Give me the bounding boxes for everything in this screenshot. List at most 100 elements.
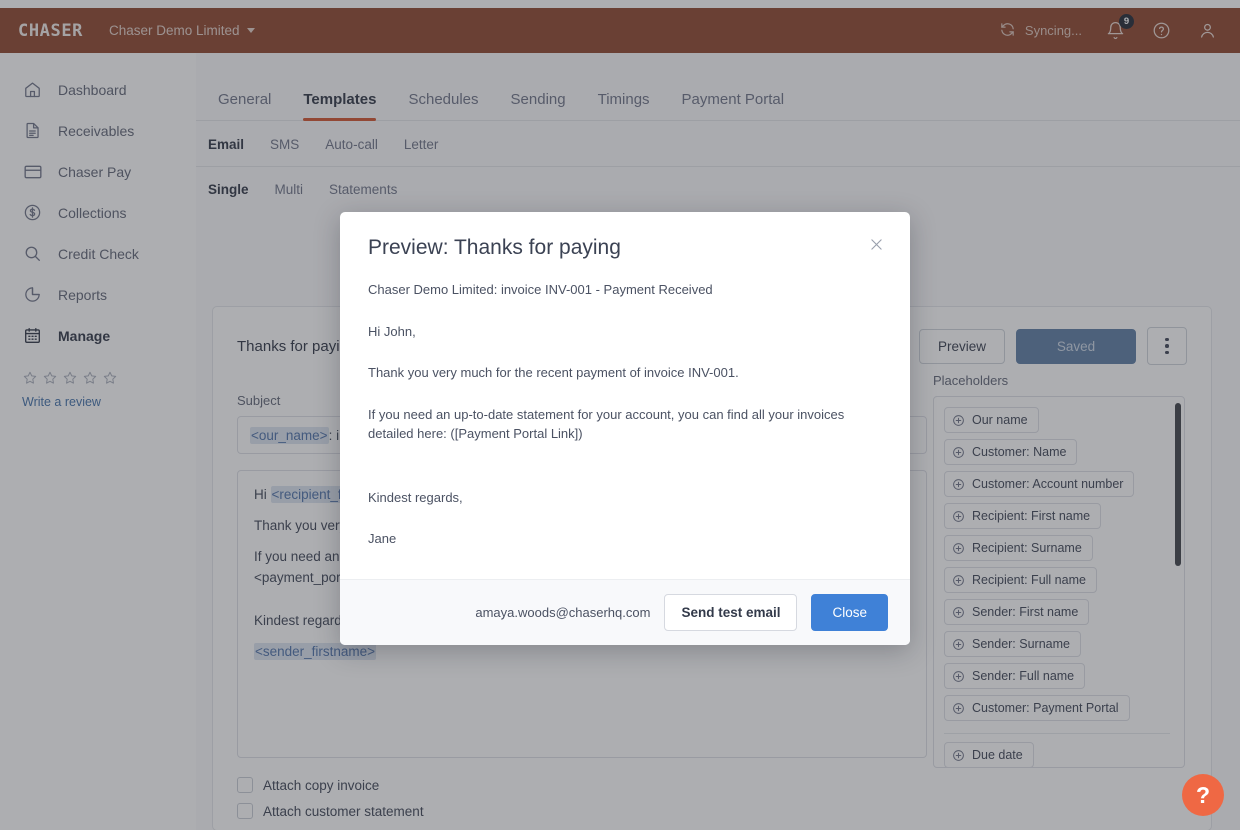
- placeholder-chip[interactable]: Customer: Account number: [944, 471, 1135, 497]
- top-bar-actions: Syncing... 9: [999, 13, 1226, 44]
- placeholder-chip[interactable]: Recipient: Surname: [944, 535, 1093, 561]
- tab-multi[interactable]: Multi: [275, 182, 304, 209]
- preview-signoff: Kindest regards,: [368, 489, 463, 505]
- star-icon[interactable]: [82, 370, 98, 391]
- tab-auto-call[interactable]: Auto-call: [325, 137, 378, 166]
- sidebar: Dashboard Receivables Chaser Pay Collect…: [0, 53, 196, 830]
- placeholder-chip[interactable]: Our name: [944, 407, 1039, 433]
- preview-button[interactable]: Preview: [918, 328, 1005, 364]
- plus-circle-icon: [952, 478, 965, 491]
- tab-templates[interactable]: Templates: [303, 91, 377, 121]
- placeholder-chip-label: Customer: Name: [972, 445, 1067, 459]
- plus-circle-icon: [952, 574, 965, 587]
- plus-circle-icon: [952, 446, 965, 459]
- sidebar-item-chaser-pay[interactable]: Chaser Pay: [0, 151, 196, 192]
- tab-statements[interactable]: Statements: [329, 182, 397, 209]
- close-button[interactable]: Close: [811, 593, 888, 631]
- sidebar-item-collections[interactable]: Collections: [0, 192, 196, 233]
- channel-tabs: Email SMS Auto-call Letter: [196, 121, 1240, 167]
- help-fab-button[interactable]: ?: [1182, 774, 1224, 816]
- tab-sms[interactable]: SMS: [270, 137, 299, 166]
- tab-schedules[interactable]: Schedules: [408, 91, 478, 120]
- chevron-down-icon: [246, 28, 255, 33]
- sidebar-item-credit-check[interactable]: Credit Check: [0, 233, 196, 274]
- app-root: CHASER Chaser Demo Limited Syncing... 9 …: [0, 0, 1240, 838]
- tab-email[interactable]: Email: [208, 137, 244, 166]
- plus-circle-icon: [952, 414, 965, 427]
- plus-circle-icon: [952, 542, 965, 555]
- star-icon[interactable]: [22, 370, 38, 391]
- notifications-button[interactable]: 9: [1102, 13, 1134, 44]
- kebab-dot-icon: [1165, 350, 1169, 355]
- scrollbar-thumb[interactable]: [1175, 403, 1181, 566]
- star-icon[interactable]: [42, 370, 58, 391]
- checkbox-label: Attach copy invoice: [263, 777, 380, 793]
- tab-letter[interactable]: Letter: [404, 137, 439, 166]
- plus-circle-icon: [952, 606, 965, 619]
- star-icon[interactable]: [102, 370, 118, 391]
- placeholder-chip[interactable]: Sender: Surname: [944, 631, 1081, 657]
- rating-stars[interactable]: [22, 370, 196, 391]
- card-icon: [22, 161, 43, 182]
- tab-sending[interactable]: Sending: [511, 91, 566, 120]
- review-prompt: Write a review: [0, 356, 196, 409]
- pie-chart-icon: [22, 284, 43, 305]
- star-icon[interactable]: [62, 370, 78, 391]
- save-button[interactable]: Saved: [1016, 328, 1136, 364]
- help-button[interactable]: [1148, 18, 1174, 44]
- placeholder-chip-label: Recipient: Full name: [972, 573, 1086, 587]
- tab-payment-portal[interactable]: Payment Portal: [682, 91, 785, 120]
- checkbox-box-icon[interactable]: [237, 803, 253, 819]
- checkbox-attach-customer-statement[interactable]: Attach customer statement: [237, 798, 1187, 824]
- sidebar-item-reports[interactable]: Reports: [0, 274, 196, 315]
- tab-timings[interactable]: Timings: [598, 91, 650, 120]
- placeholders-list: Our name Customer: Name Customer: Accoun…: [933, 396, 1185, 768]
- placeholders-scrollbar[interactable]: [1175, 403, 1181, 761]
- preview-subject-line: Chaser Demo Limited: invoice INV-001 - P…: [368, 282, 713, 297]
- company-switcher[interactable]: Chaser Demo Limited: [109, 23, 255, 38]
- close-icon[interactable]: [864, 232, 888, 256]
- plus-circle-icon: [952, 749, 965, 762]
- sync-icon: [999, 21, 1016, 41]
- body-line-5: <sender_firstname>: [254, 642, 910, 663]
- placeholder-token: <sender_firstname>: [254, 642, 377, 660]
- plus-circle-icon: [952, 510, 965, 523]
- tab-general[interactable]: General: [218, 91, 271, 120]
- more-options-button[interactable]: [1147, 327, 1187, 365]
- modal-body: Chaser Demo Limited: invoice INV-001 - P…: [340, 264, 910, 579]
- home-icon: [22, 79, 43, 100]
- attachment-options: Attach copy invoice Attach customer stat…: [237, 772, 1187, 824]
- preview-greeting: Hi John,: [368, 323, 416, 339]
- preview-paragraph-2: If you need an up-to-date statement for …: [368, 406, 845, 442]
- company-name: Chaser Demo Limited: [109, 23, 240, 38]
- test-email-address: amaya.woods@chaserhq.com: [475, 604, 651, 620]
- write-review-link[interactable]: Write a review: [22, 395, 196, 409]
- send-test-email-button[interactable]: Send test email: [664, 593, 798, 631]
- placeholder-chip[interactable]: Sender: Full name: [944, 663, 1086, 689]
- kebab-dot-icon: [1165, 337, 1169, 342]
- sidebar-item-dashboard[interactable]: Dashboard: [0, 69, 196, 110]
- placeholder-chip[interactable]: Recipient: Full name: [944, 567, 1097, 593]
- calendar-icon: [22, 325, 43, 346]
- placeholder-chip-label: Customer: Payment Portal: [972, 701, 1119, 715]
- tab-single[interactable]: Single: [208, 182, 249, 209]
- placeholder-chip[interactable]: Sender: First name: [944, 599, 1090, 625]
- primary-tabs: General Templates Schedules Sending Timi…: [196, 53, 1240, 121]
- checkbox-attach-copy-invoice[interactable]: Attach copy invoice: [237, 772, 1187, 798]
- placeholder-chip-label: Sender: Surname: [972, 637, 1070, 651]
- placeholder-token: <our_name>: [250, 426, 329, 444]
- placeholder-chip[interactable]: Customer: Payment Portal: [944, 695, 1130, 721]
- placeholder-chip[interactable]: Recipient: First name: [944, 503, 1102, 529]
- modal-footer: amaya.woods@chaserhq.com Send test email…: [340, 578, 910, 645]
- placeholder-chip-label: Recipient: Surname: [972, 541, 1082, 555]
- checkbox-box-icon[interactable]: [237, 777, 253, 793]
- sidebar-item-manage[interactable]: Manage: [0, 315, 196, 356]
- placeholder-chip[interactable]: Due date: [944, 742, 1034, 767]
- plus-circle-icon: [952, 638, 965, 651]
- sidebar-item-receivables[interactable]: Receivables: [0, 110, 196, 151]
- brand-logo[interactable]: CHASER: [18, 21, 83, 41]
- placeholder-chip[interactable]: Customer: Name: [944, 439, 1078, 465]
- template-title: Thanks for paying: [237, 337, 357, 355]
- kebab-dot-icon: [1165, 344, 1169, 348]
- account-button[interactable]: [1194, 18, 1220, 44]
